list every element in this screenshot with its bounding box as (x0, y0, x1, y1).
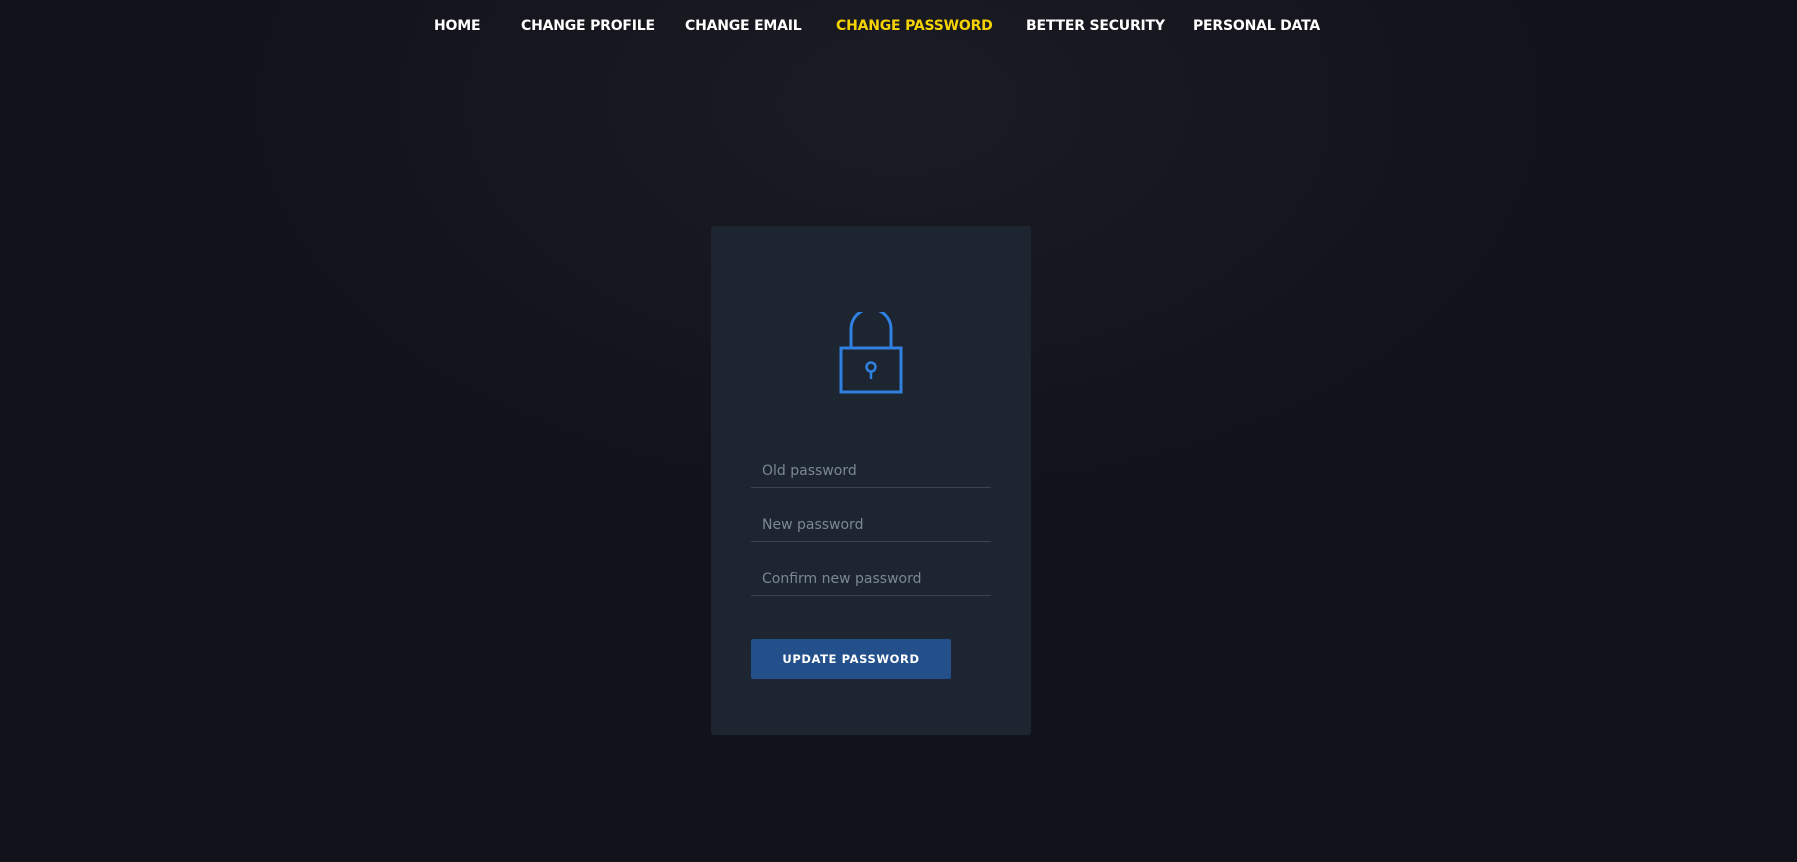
lock-icon (839, 312, 903, 394)
update-password-button[interactable]: UPDATE PASSWORD (751, 639, 951, 679)
change-password-card: UPDATE PASSWORD (711, 226, 1031, 735)
top-nav: HOME CHANGE PROFILE CHANGE EMAIL CHANGE … (0, 0, 1797, 52)
nav-item-change-profile[interactable]: CHANGE PROFILE (521, 17, 655, 35)
confirm-password-field[interactable] (751, 562, 991, 596)
nav-item-better-security[interactable]: BETTER SECURITY (1026, 17, 1165, 35)
nav-item-personal-data[interactable]: PERSONAL DATA (1193, 17, 1320, 35)
nav-item-change-password[interactable]: CHANGE PASSWORD (836, 17, 993, 35)
old-password-field[interactable] (751, 454, 991, 488)
nav-item-change-email[interactable]: CHANGE EMAIL (685, 17, 802, 35)
nav-item-home[interactable]: HOME (434, 17, 481, 35)
new-password-field[interactable] (751, 508, 991, 542)
